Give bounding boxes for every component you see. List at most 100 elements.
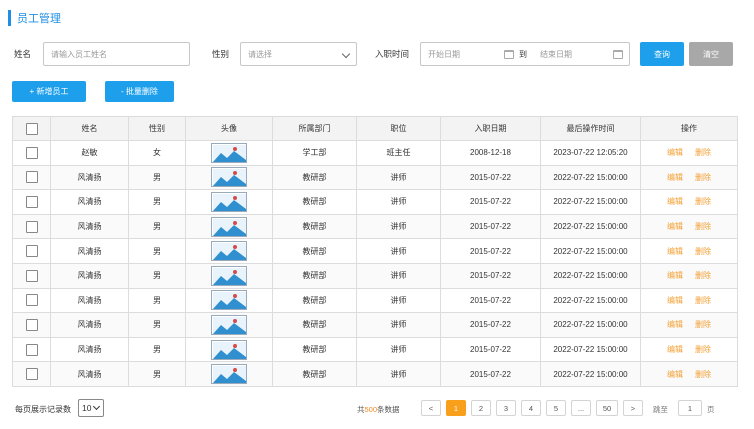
page-button-3[interactable]: 3 (496, 400, 516, 416)
row-checkbox[interactable] (25, 294, 38, 307)
cell-entry-date: 2015-07-22 (440, 361, 541, 387)
cell-actions: 编辑 删除 (640, 361, 738, 387)
cell-avatar (185, 262, 273, 289)
cell-entry-date: 2015-07-22 (440, 213, 541, 240)
cell-avatar (185, 164, 273, 191)
edit-link[interactable]: 编辑 (667, 345, 683, 354)
header-name: 姓名 (50, 116, 129, 141)
row-checkbox[interactable] (25, 171, 38, 184)
delete-link[interactable]: 删除 (695, 320, 711, 329)
page-button-5[interactable]: 5 (546, 400, 566, 416)
cell-gender: 男 (128, 312, 186, 338)
delete-link[interactable]: 删除 (695, 345, 711, 354)
header-entry-date: 入职日期 (440, 116, 541, 141)
page-ellipsis[interactable]: ... (571, 400, 591, 416)
row-select-cell (12, 213, 51, 240)
row-checkbox[interactable] (25, 195, 38, 208)
cell-last-operation: 2022-07-22 15:00:00 (540, 336, 641, 363)
cell-position: 讲师 (356, 361, 441, 387)
cell-actions: 编辑 删除 (640, 189, 738, 215)
delete-link[interactable]: 删除 (695, 148, 711, 157)
cell-gender: 男 (128, 164, 186, 191)
page-button-2[interactable]: 2 (471, 400, 491, 416)
edit-link[interactable]: 编辑 (667, 370, 683, 379)
cell-last-operation: 2022-07-22 15:00:00 (540, 287, 641, 314)
header-avatar: 头像 (185, 116, 273, 141)
cell-last-operation: 2022-07-22 15:00:00 (540, 361, 641, 387)
calendar-icon (613, 50, 623, 59)
edit-link[interactable]: 编辑 (667, 222, 683, 231)
name-input[interactable]: 请输入员工姓名 (43, 42, 190, 66)
table-row: 风清扬男教研部 讲师 2015-07-22 2022-07-22 15:00:00 编辑… (12, 361, 738, 387)
delete-link[interactable]: 删除 (695, 296, 711, 305)
row-checkbox[interactable] (25, 220, 38, 233)
edit-link[interactable]: 编辑 (667, 296, 683, 305)
table-row: 风清扬男教研部 讲师 2015-07-22 2022-07-22 15:00:00 编辑… (12, 312, 738, 338)
jump-page-input[interactable]: 1 (678, 400, 702, 416)
cell-actions: 编辑 删除 (640, 140, 738, 166)
page-button-4[interactable]: 4 (521, 400, 541, 416)
cell-position: 讲师 (356, 336, 441, 363)
row-select-cell (12, 287, 51, 314)
delete-link[interactable]: 删除 (695, 247, 711, 256)
cell-last-operation: 2022-07-22 15:00:00 (540, 312, 641, 338)
entry-date-label: 入职时间 (375, 49, 410, 59)
row-checkbox[interactable] (25, 343, 38, 356)
edit-link[interactable]: 编辑 (667, 197, 683, 206)
header-department: 所属部门 (272, 116, 357, 141)
edit-link[interactable]: 编辑 (667, 148, 683, 157)
cell-department: 教研部 (272, 189, 357, 215)
delete-link[interactable]: 删除 (695, 173, 711, 182)
chevron-down-icon (92, 402, 101, 411)
row-checkbox[interactable] (25, 245, 38, 258)
cell-last-operation: 2022-07-22 15:00:00 (540, 164, 641, 191)
employee-table: 姓名 性别 头像 所属部门 职位 入职日期 最后操作时间 操作 赵敏女 学工部 班主… (12, 116, 738, 387)
page-button-1[interactable]: 1 (446, 400, 466, 416)
edit-link[interactable]: 编辑 (667, 320, 683, 329)
cell-actions: 编辑 删除 (640, 287, 738, 314)
cell-avatar (185, 361, 273, 387)
cell-position: 讲师 (356, 287, 441, 314)
cell-position: 讲师 (356, 262, 441, 289)
entry-date-range[interactable]: 开始日期 到 结束日期 (420, 42, 630, 66)
edit-link[interactable]: 编辑 (667, 271, 683, 280)
cell-department: 教研部 (272, 213, 357, 240)
delete-link[interactable]: 删除 (695, 222, 711, 231)
edit-link[interactable]: 编辑 (667, 173, 683, 182)
cell-gender: 男 (128, 336, 186, 363)
cell-actions: 编辑 删除 (640, 164, 738, 191)
prev-page-button[interactable]: < (421, 400, 441, 416)
row-checkbox[interactable] (25, 368, 38, 381)
delete-link[interactable]: 删除 (695, 370, 711, 379)
delete-link[interactable]: 删除 (695, 271, 711, 280)
table-row: 风清扬男教研部 讲师 2015-07-22 2022-07-22 15:00:00 编辑… (12, 189, 738, 215)
table-row: 风清扬男教研部 讲师 2015-07-22 2022-07-22 15:00:00 编辑… (12, 213, 738, 240)
page-size-select[interactable]: 10 (78, 399, 104, 417)
edit-link[interactable]: 编辑 (667, 247, 683, 256)
row-checkbox[interactable] (25, 146, 38, 159)
cell-department: 教研部 (272, 312, 357, 338)
clear-button[interactable]: 清空 (689, 42, 733, 66)
cell-name: 风清扬 (50, 189, 129, 215)
cell-actions: 编辑 删除 (640, 336, 738, 363)
delete-link[interactable]: 删除 (695, 197, 711, 206)
add-employee-button[interactable]: + 新增员工 (12, 81, 86, 102)
row-checkbox[interactable] (25, 318, 38, 331)
page-button-50[interactable]: 50 (596, 400, 618, 416)
row-select-cell (12, 189, 51, 215)
select-all-checkbox[interactable] (25, 122, 38, 135)
row-checkbox[interactable] (25, 269, 38, 282)
query-button[interactable]: 查询 (640, 42, 684, 66)
batch-delete-button[interactable]: - 批量删除 (105, 81, 174, 102)
table-row: 风清扬男教研部 讲师 2015-07-22 2022-07-22 15:00:00 编辑… (12, 164, 738, 191)
gender-select[interactable]: 请选择 (240, 42, 357, 66)
next-page-button[interactable]: > (623, 400, 643, 416)
table-row: 风清扬男教研部 讲师 2015-07-22 2022-07-22 15:00:00 编辑… (12, 287, 738, 314)
end-date-input[interactable]: 结束日期 (540, 49, 572, 60)
cell-last-operation: 2022-07-22 15:00:00 (540, 213, 641, 240)
row-select-cell (12, 262, 51, 289)
cell-name: 赵敏 (50, 140, 129, 166)
cell-avatar (185, 213, 273, 240)
start-date-input[interactable]: 开始日期 (428, 49, 460, 60)
cell-name: 风清扬 (50, 164, 129, 191)
